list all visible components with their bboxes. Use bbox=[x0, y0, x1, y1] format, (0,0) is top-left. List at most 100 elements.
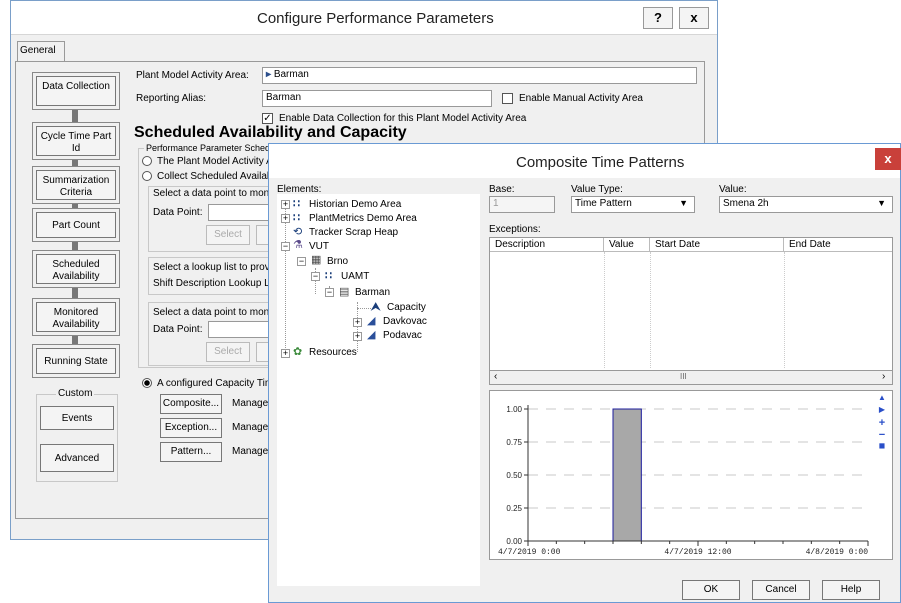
area-icon: ▸ bbox=[266, 69, 272, 80]
tab-general[interactable]: General bbox=[17, 41, 65, 62]
expand-icon[interactable]: + bbox=[281, 200, 290, 209]
enable-manual-label: Enable Manual Activity Area bbox=[519, 93, 643, 104]
column-header-end-date[interactable]: End Date bbox=[784, 238, 892, 252]
tree-item-brno[interactable]: Brno bbox=[327, 256, 348, 267]
exceptions-table[interactable]: Description Value Start Date End Date bbox=[489, 237, 893, 377]
tree-connector bbox=[357, 302, 358, 352]
composite-time-patterns-dialog: Composite Time Patterns x Elements: + ∷ … bbox=[268, 143, 901, 603]
column-header-value[interactable]: Value bbox=[604, 238, 650, 252]
nav-monitored-availability[interactable]: Monitored Availability bbox=[36, 302, 116, 332]
data-point-label-1: Data Point: bbox=[153, 207, 203, 218]
zoom-in-icon[interactable]: + bbox=[875, 417, 889, 429]
scroll-thumb[interactable]: III bbox=[680, 372, 687, 381]
radio-plant-model[interactable] bbox=[142, 156, 152, 166]
nav-scheduled-availability[interactable]: Scheduled Availability bbox=[36, 254, 116, 284]
expand-icon[interactable]: + bbox=[353, 332, 362, 341]
title-bar: Composite Time Patterns x bbox=[269, 144, 901, 178]
tree-item-davkovac[interactable]: Davkovac bbox=[383, 316, 427, 327]
enable-collection-label: Enable Data Collection for this Plant Mo… bbox=[279, 113, 527, 124]
elements-tree[interactable]: + ∷ Historian Demo Area + ∷ PlantMetrics… bbox=[277, 194, 480, 586]
section-heading: Scheduled Availability and Capacity bbox=[134, 124, 407, 141]
nav-running-state[interactable]: Running State bbox=[36, 348, 116, 374]
events-button[interactable]: Events bbox=[40, 406, 114, 430]
pattern-button[interactable]: Pattern... bbox=[160, 442, 222, 462]
reset-zoom-icon[interactable]: ◼ bbox=[875, 441, 889, 453]
nav-summarization[interactable]: Summarization Criteria bbox=[36, 170, 116, 200]
value-select[interactable]: Smena 2h ▼ bbox=[719, 196, 893, 213]
plant-area-field[interactable]: ▸ Barman bbox=[262, 67, 697, 84]
help-title-button[interactable]: ? bbox=[643, 7, 673, 29]
collapse-icon[interactable]: − bbox=[325, 288, 334, 297]
pattern-manage-text: Manage bbox=[232, 446, 269, 457]
column-header-description[interactable]: Description bbox=[490, 238, 604, 252]
tree-item-historian[interactable]: Historian Demo Area bbox=[309, 199, 401, 210]
select-data-point-text-1: Select a data point to moni bbox=[153, 188, 272, 199]
collapse-icon[interactable]: − bbox=[281, 242, 290, 251]
value-type-select[interactable]: Time Pattern ▼ bbox=[571, 196, 695, 213]
enable-manual-checkbox[interactable] bbox=[502, 93, 513, 104]
capacity-bar bbox=[612, 408, 642, 542]
tree-connector bbox=[285, 206, 286, 354]
window-title: Configure Performance Parameters bbox=[257, 10, 494, 27]
zoom-out-icon[interactable]: − bbox=[875, 429, 889, 441]
resources-icon: ✿ bbox=[293, 346, 303, 358]
tree-item-vut[interactable]: VUT bbox=[309, 241, 329, 252]
plant-area-label: Plant Model Activity Area: bbox=[136, 70, 249, 81]
y-tick-label: 0.75 bbox=[506, 438, 522, 447]
close-button[interactable]: x bbox=[875, 148, 901, 170]
tree-item-uamt[interactable]: UAMT bbox=[341, 271, 369, 282]
area-icon: ∷ bbox=[293, 198, 300, 210]
custom-group-label: Custom bbox=[56, 388, 95, 399]
time-pattern-chart: 0.00 0.25 0.50 0.75 1.00 4/7/2019 0:00 4/7/201… bbox=[489, 390, 893, 560]
column-header-start-date[interactable]: Start Date bbox=[650, 238, 784, 252]
lookup-group bbox=[148, 257, 288, 295]
exception-button[interactable]: Exception... bbox=[160, 418, 222, 438]
collapse-icon[interactable]: − bbox=[311, 272, 320, 281]
y-tick-label: 0.50 bbox=[506, 471, 522, 480]
value-type-label: Value Type: bbox=[571, 184, 623, 195]
base-input[interactable]: 1 bbox=[489, 196, 555, 213]
tree-item-tracker-scrap[interactable]: Tracker Scrap Heap bbox=[309, 227, 398, 238]
help-button[interactable]: Help bbox=[822, 580, 880, 600]
select-button-2[interactable]: Select bbox=[206, 342, 250, 362]
tree-item-resources[interactable]: Resources bbox=[309, 347, 357, 358]
close-title-button[interactable]: x bbox=[679, 7, 709, 29]
nav-connector bbox=[72, 288, 78, 301]
reporting-alias-input[interactable]: Barman bbox=[262, 90, 492, 107]
grid-line bbox=[604, 252, 605, 368]
chart-svg: 0.00 0.25 0.50 0.75 1.00 4/7/2019 0:00 4/7/201… bbox=[498, 405, 869, 557]
ok-button[interactable]: OK bbox=[682, 580, 740, 600]
collapse-icon[interactable]: − bbox=[297, 257, 306, 266]
chart-zoom-toolbar: ▲ ▶ + − ◼ bbox=[875, 393, 889, 469]
grid-line bbox=[650, 252, 651, 368]
capacity-icon: ⮝ bbox=[371, 301, 381, 313]
horizontal-scrollbar[interactable]: ‹ III › bbox=[489, 370, 893, 385]
cancel-button[interactable]: Cancel bbox=[752, 580, 810, 600]
advanced-button[interactable]: Advanced bbox=[40, 444, 114, 472]
area-icon: ∷ bbox=[325, 270, 332, 282]
tree-item-podavac[interactable]: Podavac bbox=[383, 330, 422, 341]
tree-item-capacity[interactable]: Capacity bbox=[387, 302, 426, 313]
expand-icon[interactable]: + bbox=[353, 318, 362, 327]
scroll-right-icon[interactable]: ▶ bbox=[875, 405, 889, 417]
nav-cycle-time[interactable]: Cycle Time Part Id bbox=[36, 126, 116, 156]
expand-icon[interactable]: + bbox=[281, 214, 290, 223]
scroll-left-icon[interactable]: ‹ bbox=[494, 371, 497, 382]
enterprise-icon: ⚗ bbox=[293, 239, 303, 251]
y-tick-label: 0.00 bbox=[506, 537, 522, 546]
radio-configured-capacity[interactable] bbox=[142, 378, 152, 388]
expand-icon[interactable]: + bbox=[281, 349, 290, 358]
enable-collection-checkbox[interactable]: ✓ bbox=[262, 113, 273, 124]
scroll-right-icon[interactable]: › bbox=[882, 371, 885, 382]
tree-item-barman[interactable]: Barman bbox=[355, 287, 390, 298]
nav-part-count[interactable]: Part Count bbox=[36, 212, 116, 238]
tree-connector bbox=[357, 308, 371, 309]
y-tick-label: 0.25 bbox=[506, 504, 522, 513]
nav-data-collection[interactable]: Data Collection bbox=[36, 76, 116, 106]
radio-collect-scheduled[interactable] bbox=[142, 171, 152, 181]
select-button-1[interactable]: Select bbox=[206, 225, 250, 245]
composite-button[interactable]: Composite... bbox=[160, 394, 222, 414]
radio-plant-model-label: The Plant Model Activity A bbox=[157, 156, 273, 167]
scroll-up-icon[interactable]: ▲ bbox=[875, 393, 889, 405]
tree-item-plantmetrics[interactable]: PlantMetrics Demo Area bbox=[309, 213, 417, 224]
